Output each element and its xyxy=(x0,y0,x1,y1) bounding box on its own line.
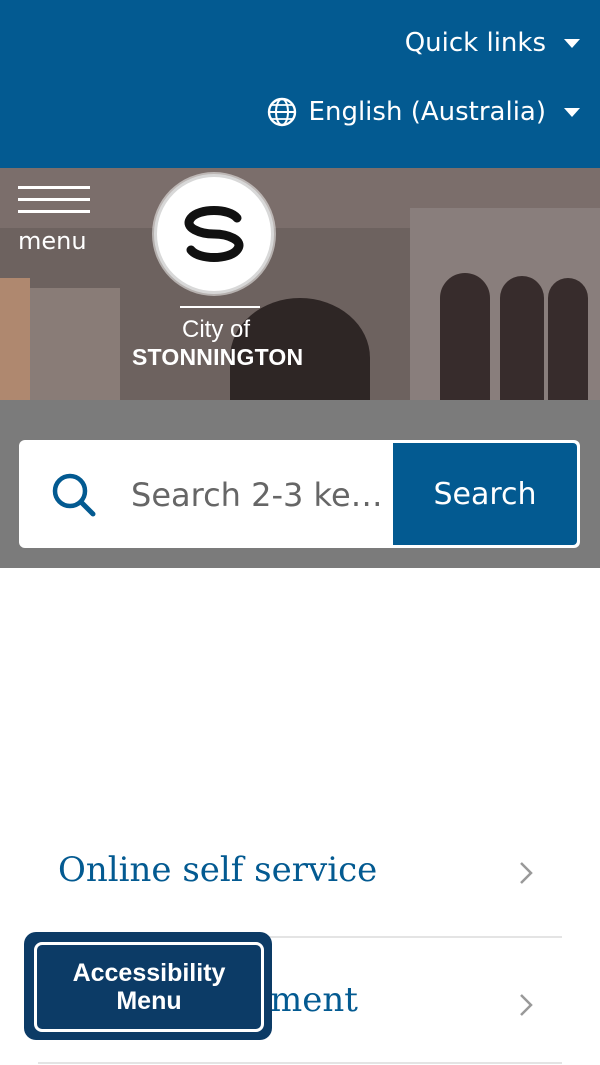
accessibility-menu-button[interactable]: Accessibility Menu xyxy=(24,932,272,1040)
accessibility-label-line1: Accessibility xyxy=(72,959,226,987)
s-emblem-icon xyxy=(184,206,244,262)
language-label: English (Australia) xyxy=(308,97,546,127)
accessibility-label-line2: Menu xyxy=(116,987,182,1015)
city-logo[interactable]: City of STONNINGTON xyxy=(132,174,303,371)
link-online-self-service[interactable]: Online self service xyxy=(38,830,562,938)
search-button[interactable]: Search xyxy=(393,443,577,545)
logo-name-text: STONNINGTON xyxy=(132,344,304,370)
quick-links-label: Quick links xyxy=(404,28,546,58)
hamburger-icon xyxy=(18,186,98,213)
search-form: Search xyxy=(19,440,580,548)
search-input[interactable] xyxy=(129,464,403,526)
quick-links-toggle[interactable]: Quick links xyxy=(405,28,580,58)
chevron-right-icon xyxy=(520,994,533,1016)
menu-button[interactable]: menu xyxy=(18,186,98,266)
chevron-right-icon xyxy=(520,862,533,884)
hero-banner: menu City of STONNINGTON xyxy=(0,168,600,400)
search-icon xyxy=(52,473,96,517)
language-selector[interactable]: English (Australia) xyxy=(267,97,580,127)
logo-divider xyxy=(180,306,260,308)
menu-label: menu xyxy=(18,227,87,255)
caret-down-icon xyxy=(564,107,580,117)
logo-city-text: City of xyxy=(182,316,251,343)
caret-down-icon xyxy=(564,38,580,48)
globe-icon xyxy=(267,97,296,127)
accessibility-menu-label: Accessibility Menu xyxy=(34,942,264,1032)
search-section: Search xyxy=(0,400,600,568)
link-label: ment xyxy=(270,980,358,1020)
top-bar: Quick links English (Australia) xyxy=(0,0,600,168)
link-label: Online self service xyxy=(58,850,378,890)
logo-emblem xyxy=(154,174,274,294)
